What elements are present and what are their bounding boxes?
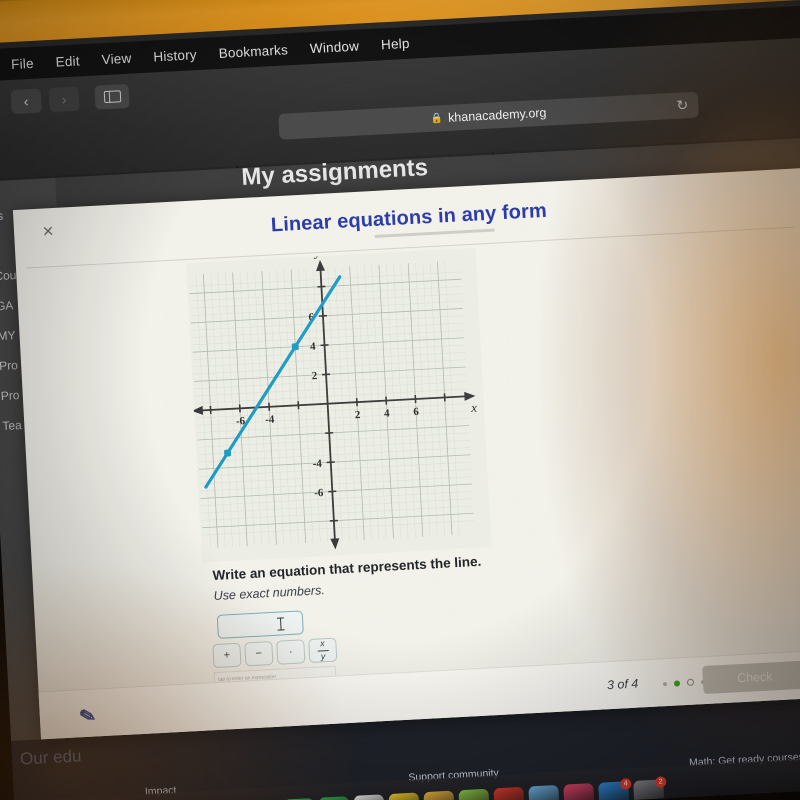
graph-svg: -6 -4 2 4 6642-4-6xy [185,248,492,563]
menu-item-history[interactable]: History [153,47,197,64]
svg-text:4: 4 [310,341,317,353]
text-cursor-icon [279,617,282,631]
address-bar[interactable]: 🔒 khanacademy.org ↻ [278,91,699,140]
progress-dots [662,678,706,687]
svg-text:-4: -4 [265,414,275,426]
progress-dot-1 [662,681,668,686]
badge-count: 4 [620,778,632,790]
chevron-right-icon: › [61,91,67,108]
check-button[interactable]: Check [702,660,800,695]
svg-text:2: 2 [355,409,362,421]
svg-text:2: 2 [311,370,318,382]
reminders-icon[interactable] [353,794,386,800]
back-button[interactable]: ‹ [10,88,42,115]
reload-icon[interactable]: ↻ [676,97,689,115]
svg-text:x: x [470,400,478,415]
music-icon[interactable] [563,783,595,800]
menu-item-bookmarks[interactable]: Bookmarks [218,42,288,61]
question-counter: 3 of 4 [606,676,639,693]
chevron-left-icon: ‹ [23,93,29,110]
menu-item-help[interactable]: Help [381,35,410,51]
appstore-icon[interactable]: 4 [598,778,632,800]
svg-text:4: 4 [384,407,391,419]
url-text: khanacademy.org [447,105,547,125]
key-multiply[interactable]: · [276,639,306,665]
settings-icon[interactable]: 2 [633,776,667,800]
svg-text:-6: -6 [314,487,324,499]
calendar-icon[interactable] [388,792,421,800]
key-minus[interactable]: − [244,640,274,667]
sidebar-icon [103,90,121,104]
contacts-icon[interactable] [458,788,490,800]
menu-item-window[interactable]: Window [309,38,359,56]
menu-item-view[interactable]: View [101,50,132,67]
svg-text:-4: -4 [312,458,322,470]
laptop-screen: File Edit View History Bookmarks Window … [0,0,800,800]
fraction-numerator: x [319,638,325,649]
coordinate-graph: -6 -4 2 4 6 6 4 2 -4 -6 x y [185,248,492,563]
khan-academy-page: ss Y Cou GA MY Pro Pro Tea My assignment… [0,134,800,800]
progress-dot-3 [686,678,695,686]
lock-icon: 🔒 [430,112,444,125]
docs-icon[interactable] [423,790,455,800]
stickies-icon[interactable] [528,784,560,800]
exercise-title: Linear equations in any form [270,199,548,237]
signature-doodle: ✎ [77,704,99,730]
facetime-icon[interactable] [318,796,351,800]
forward-button[interactable]: › [48,86,80,113]
math-keypad: + − · x y [212,637,338,669]
menu-item-file[interactable]: File [11,55,34,71]
answer-input[interactable] [216,610,304,639]
badge-count: 2 [654,776,667,788]
photo-of-laptop-screen: File Edit View History Bookmarks Window … [0,0,800,800]
footer-heading: Our edu [19,746,82,769]
question-subprompt: Use exact numbers. [213,583,326,604]
key-plus[interactable]: + [212,642,242,669]
key-fraction[interactable]: x y [308,637,338,664]
donotdisturb-icon[interactable] [493,786,525,800]
fraction-denominator: y [320,650,326,661]
progress-dot-2 [673,679,681,687]
sidebar-toggle-button[interactable] [94,83,130,110]
exercise-modal: × Linear equations in any form -6 -4 2 4 6 6 4… [12,168,800,740]
svg-text:6: 6 [413,406,420,418]
menu-item-edit[interactable]: Edit [55,53,80,69]
